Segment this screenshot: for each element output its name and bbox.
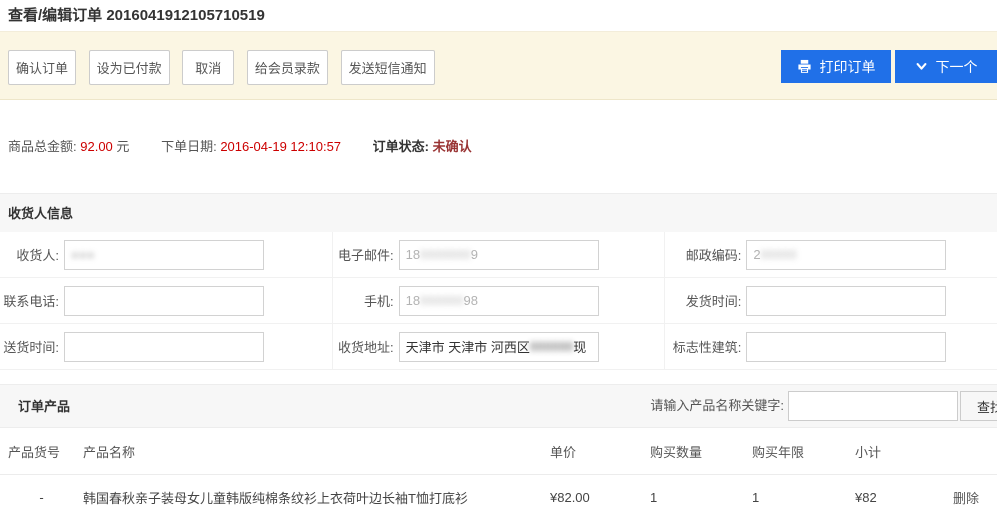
col-name: 产品名称 [75, 428, 542, 475]
order-status-label: 订单状态: [373, 139, 429, 154]
order-total-value: 92.00 [80, 139, 113, 154]
product-search-label: 请输入产品名称关键字: [650, 384, 784, 428]
products-table: 产品货号 产品名称 单价 购买数量 购买年限 小计 - 韩国春秋亲子装母女儿童韩… [0, 428, 997, 519]
record-payment-button[interactable]: 给会员录款 [247, 50, 328, 85]
redacted-value: 88888 [761, 247, 797, 262]
products-section-title: 订单产品 [18, 399, 70, 414]
order-status: 订单状态: 未确认 [373, 139, 472, 154]
printer-icon [797, 59, 812, 74]
ship-time-input[interactable] [746, 286, 946, 316]
products-section-header-bar: 订单产品 请输入产品名称关键字: 查找 [0, 384, 997, 428]
address-label: 收货地址: [333, 337, 394, 356]
print-order-button[interactable]: 打印订单 [781, 50, 891, 83]
consignee-name-input[interactable]: ●●● [64, 240, 264, 270]
redacted-value: ●●● [71, 247, 95, 262]
products-table-header-row: 产品货号 产品名称 单价 购买数量 购买年限 小计 [0, 428, 997, 475]
confirm-order-button[interactable]: 确认订单 [8, 50, 76, 85]
order-date: 下单日期: 2016-04-19 12:10:57 [161, 139, 345, 154]
col-subtotal: 小计 [847, 428, 937, 475]
consignee-section-header: 收货人信息 [0, 193, 997, 232]
zip-input[interactable]: 288888 [746, 240, 946, 270]
consignee-form: 收货人: ●●● 电子邮件: 1888888889 邮政编码: 288888 联… [0, 232, 997, 370]
ship-time-label: 发货时间: [665, 291, 741, 310]
set-paid-button[interactable]: 设为已付款 [89, 50, 170, 85]
product-price: ¥82.00 [542, 475, 642, 519]
address-input[interactable]: 天津市 天津市 河西区888888现 [399, 332, 599, 362]
product-qty: 1 [642, 475, 744, 519]
page-title: 查看/编辑订单 2016041912105710519 [0, 0, 997, 31]
delete-product-link[interactable]: 删除 [945, 491, 979, 506]
redacted-value: 8888888 [420, 247, 471, 262]
product-subtotal: ¥82 [847, 475, 937, 519]
col-qty: 购买数量 [642, 428, 744, 475]
product-search: 请输入产品名称关键字: 查找 [650, 391, 997, 421]
phone-label: 联系电话: [0, 291, 59, 310]
consignee-name-label: 收货人: [0, 245, 59, 264]
delivery-time-label: 送货时间: [0, 337, 59, 356]
email-input[interactable]: 1888888889 [399, 240, 599, 270]
product-sku: - [0, 475, 75, 519]
order-status-value: 未确认 [433, 139, 472, 154]
col-sku: 产品货号 [0, 428, 75, 475]
mobile-label: 手机: [333, 291, 394, 310]
redacted-value: 888888 [530, 339, 573, 354]
delivery-time-input[interactable] [64, 332, 264, 362]
product-search-button[interactable]: 查找 [960, 391, 997, 421]
order-date-value: 2016-04-19 12:10:57 [220, 139, 341, 154]
order-summary: 商品总金额: 92.00 元 下单日期: 2016-04-19 12:10:57… [0, 100, 997, 193]
redacted-value: 888888 [420, 293, 463, 308]
send-sms-button[interactable]: 发送短信通知 [341, 50, 435, 85]
section-gap [0, 370, 997, 384]
col-years: 购买年限 [744, 428, 847, 475]
phone-input[interactable] [64, 286, 264, 316]
landmark-input[interactable] [746, 332, 946, 362]
email-label: 电子邮件: [333, 245, 394, 264]
order-total: 商品总金额: 92.00 元 [8, 139, 133, 154]
product-name: 韩国春秋亲子装母女儿童韩版纯棉条纹衫上衣荷叶边长袖T恤打底衫 [75, 475, 542, 519]
next-order-button[interactable]: 下一个 [895, 50, 997, 83]
chevron-down-icon [915, 60, 928, 73]
order-date-label: 下单日期: [161, 139, 217, 154]
product-search-input[interactable] [788, 391, 958, 421]
print-order-label: 打印订单 [820, 57, 876, 77]
order-total-label: 商品总金额: [8, 139, 77, 154]
mobile-input[interactable]: 1888888898 [399, 286, 599, 316]
cancel-button[interactable]: 取消 [182, 50, 234, 85]
col-actions [937, 428, 997, 475]
next-order-label: 下一个 [936, 57, 978, 77]
landmark-label: 标志性建筑: [665, 337, 741, 356]
product-row: - 韩国春秋亲子装母女儿童韩版纯棉条纹衫上衣荷叶边长袖T恤打底衫 ¥82.00 … [0, 475, 997, 519]
order-total-unit: 元 [116, 139, 129, 154]
toolbar: 确认订单 设为已付款 取消 给会员录款 发送短信通知 打印订单 [0, 31, 997, 100]
zip-label: 邮政编码: [665, 245, 741, 264]
col-price: 单价 [542, 428, 642, 475]
product-years: 1 [744, 475, 847, 519]
